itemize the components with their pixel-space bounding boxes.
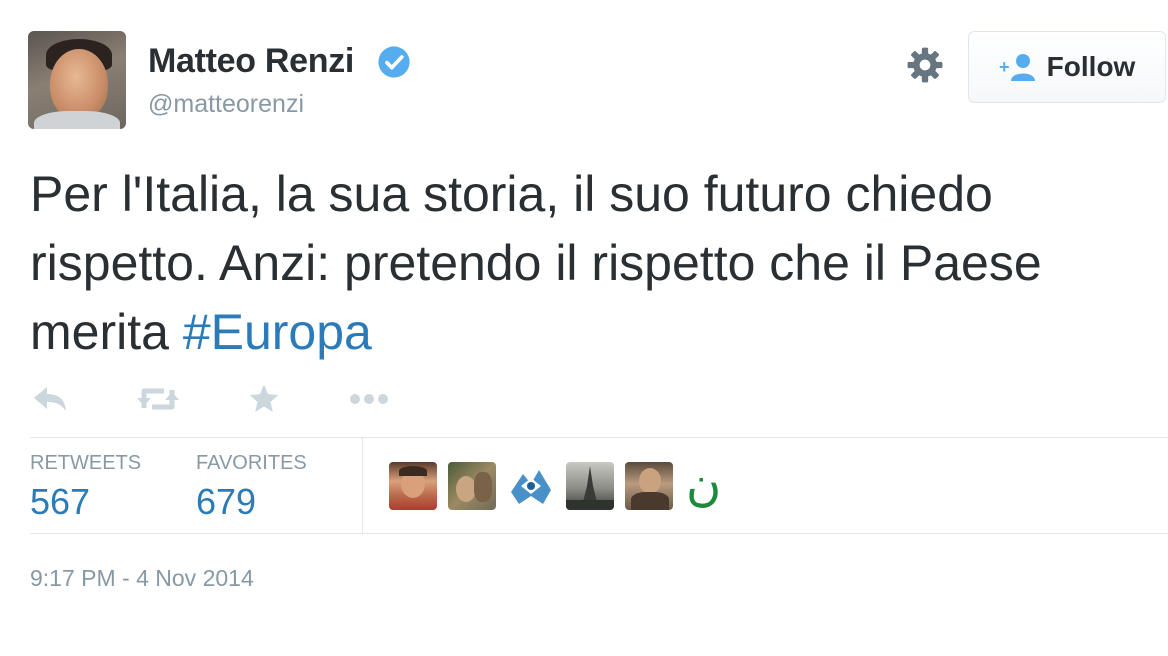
retweets-stat[interactable]: RETWEETS 567	[30, 452, 141, 523]
retweets-label: RETWEETS	[30, 452, 142, 474]
more-icon[interactable]	[348, 382, 390, 416]
tweet-text: Per l'Italia, la sua storia, il suo futu…	[30, 160, 1168, 367]
tweet-timestamp[interactable]: 9:17 PM - 4 Nov 2014	[30, 565, 254, 592]
retweet-icon[interactable]	[136, 382, 180, 416]
avatar-face	[50, 49, 108, 119]
divider	[30, 437, 1168, 438]
tweet-actions	[30, 382, 410, 416]
stats-divider	[362, 438, 363, 533]
gear-icon[interactable]	[906, 46, 944, 84]
divider	[30, 533, 1168, 534]
tweet-body: Per l'Italia, la sua storia, il suo futu…	[30, 166, 1042, 360]
follow-label: Follow	[1046, 51, 1136, 82]
verified-badge-icon	[378, 46, 410, 78]
favoriter-avatar[interactable]	[566, 462, 614, 510]
follow-button[interactable]: + Follow	[968, 31, 1166, 103]
favoriters-list: ن	[389, 460, 721, 510]
favoriter-avatar[interactable]	[389, 462, 437, 510]
add-user-icon: +	[999, 54, 1035, 81]
avatar-shirt	[34, 111, 120, 129]
favoriter-avatar[interactable]	[507, 462, 555, 510]
star-icon[interactable]	[246, 382, 282, 416]
favoriter-avatar[interactable]	[625, 462, 673, 510]
favorites-count: 679	[196, 481, 257, 522]
retweets-count: 567	[30, 481, 91, 522]
user-display-name[interactable]: Matteo Renzi	[148, 42, 354, 81]
favorites-stat[interactable]: FAVORITES 679	[196, 452, 307, 523]
reply-icon[interactable]	[30, 382, 70, 416]
svg-text:+: +	[999, 57, 1010, 77]
profile-avatar[interactable]	[28, 31, 126, 129]
favorites-label: FAVORITES	[196, 452, 307, 474]
favoriter-nun-avatar[interactable]: ن	[686, 460, 721, 510]
user-handle[interactable]: @matteorenzi	[148, 90, 304, 119]
hashtag-link[interactable]: #Europa	[183, 304, 372, 360]
favoriter-avatar[interactable]	[448, 462, 496, 510]
